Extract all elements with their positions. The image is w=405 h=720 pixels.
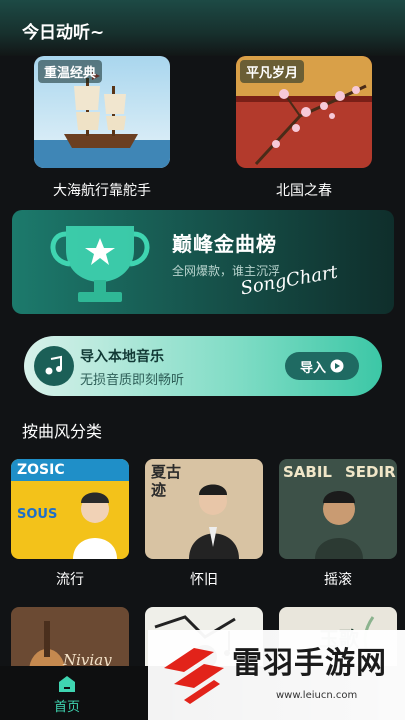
play-circle-icon [330, 359, 344, 373]
nav-home[interactable]: 首页 [44, 672, 90, 718]
genre-caption: 流行 [56, 572, 84, 588]
watermark-logo-icon [164, 648, 224, 704]
home-icon [59, 676, 75, 692]
genre-caption: 怀旧 [190, 572, 218, 588]
recommend-caption: 大海航行靠舵手 [53, 183, 151, 199]
singer-portrait [189, 484, 239, 559]
import-local-music-card[interactable]: 导入本地音乐 无损音质即刻畅听 导入 [24, 336, 382, 396]
singer-portrait [315, 491, 363, 559]
genre-caption: 摇滚 [324, 572, 352, 588]
recommend-tag: 重温经典 [38, 60, 103, 83]
genre-card-nostalgia[interactable]: 夏古迹 怀旧 [145, 459, 263, 588]
watermark: 雷羽手游网 www.leiucn.com [148, 630, 405, 720]
trophy-icon [50, 226, 150, 302]
genre-cover: 夏古迹 [145, 459, 263, 559]
genre-cover: SABIL SEDIR [279, 459, 397, 559]
watermark-text: 雷羽手游网 [232, 646, 387, 681]
page-title: 今日动听~ [22, 23, 105, 43]
genre-cover: ZOSIC SOUS [11, 459, 129, 559]
recommend-card-2[interactable]: 平凡岁月 北国之春 [236, 56, 372, 199]
import-button[interactable]: 导入 [285, 352, 359, 380]
nav-home-label: 首页 [53, 700, 80, 715]
chart-banner-title: 巅峰金曲榜 [172, 232, 277, 256]
import-subtitle: 无损音质即刻畅听 [80, 373, 185, 388]
app-header: 今日动听~ [0, 0, 405, 56]
music-note-icon [34, 346, 74, 386]
genre-card-rock[interactable]: SABIL SEDIR 摇滚 [279, 459, 397, 588]
singer-portrait [73, 492, 117, 559]
song-chart-banner[interactable]: 巅峰金曲榜 全网爆款，谁主沉浮 SongChart [12, 210, 394, 314]
watermark-url: www.leiucn.com [276, 690, 358, 701]
genre-card-pop[interactable]: ZOSIC SOUS 流行 [11, 459, 129, 588]
recommend-cover-ship: 重温经典 [34, 56, 170, 168]
recommend-tag: 平凡岁月 [240, 60, 305, 83]
recommend-card-1[interactable]: 重温经典 大海航行靠舵手 [34, 56, 170, 199]
recommend-cover-blossom: 平凡岁月 [236, 56, 372, 168]
section-title-genres: 按曲风分类 [22, 422, 103, 441]
import-title: 导入本地音乐 [80, 349, 164, 365]
import-button-label: 导入 [299, 360, 326, 376]
recommend-caption: 北国之春 [276, 183, 332, 199]
